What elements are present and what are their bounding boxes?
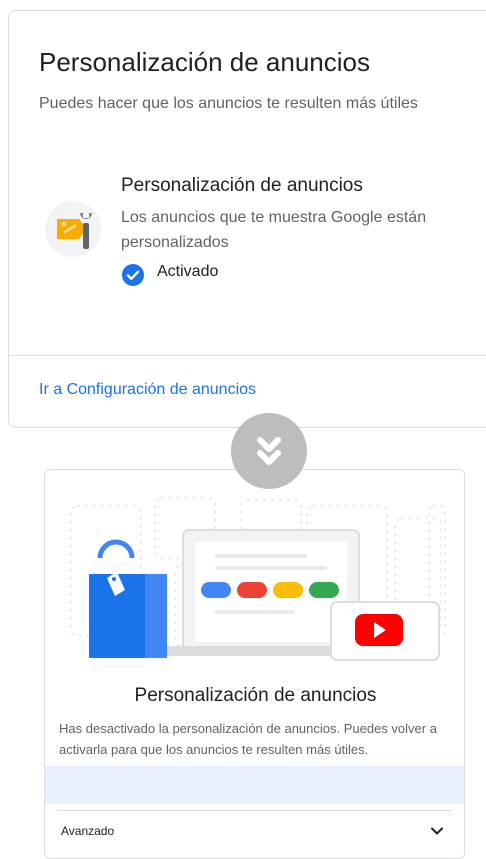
setting-title: Personalización de anuncios (121, 175, 363, 196)
setting-description: Los anuncios que te muestra Google están… (121, 209, 427, 251)
status-label: Activado (157, 263, 219, 280)
ads-disabled-card: Personalización de anuncios Has desactiv… (44, 469, 465, 859)
ad-settings-link[interactable]: Ir a Configuración de anuncios (39, 381, 256, 399)
chevron-down-icon (431, 827, 443, 835)
ad-settings-icon (45, 201, 101, 257)
advanced-expander[interactable]: Avanzado (45, 811, 464, 851)
disabled-card-title: Personalización de anuncios (134, 685, 377, 706)
info-banner (45, 766, 464, 804)
check-circle-icon (122, 264, 144, 286)
advanced-label: Avanzado (61, 824, 115, 838)
ads-illustration (70, 497, 446, 661)
card-subtitle: Puedes hacer que los anuncios te resulte… (39, 95, 418, 112)
disabled-card-description: Has desactivado la personalización de an… (59, 721, 437, 757)
divider (9, 355, 486, 356)
card-title: Personalización de anuncios (39, 47, 370, 77)
double-chevron-down-icon (231, 413, 307, 489)
ads-personalization-card: Personalización de anuncios Puedes hacer… (8, 10, 486, 428)
